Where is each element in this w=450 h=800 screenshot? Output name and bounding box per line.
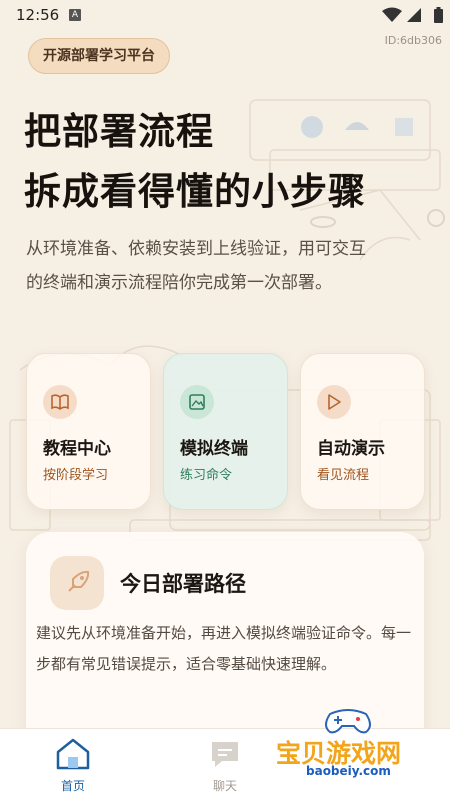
hero-title-line-1: 把部署流程 — [24, 110, 214, 153]
feature-card-title: 自动演示 — [317, 439, 385, 459]
notification-badge-icon: A — [69, 9, 81, 21]
feature-card-subtitle: 按阶段学习 — [43, 468, 109, 483]
signal-icon — [407, 8, 421, 22]
path-card-title: 今日部署路径 — [120, 572, 246, 596]
chat-icon — [212, 742, 238, 767]
hero-description: 从环境准备、依赖安装到上线验证，用可交互的终端和演示流程陪你完成第一次部署。 — [26, 239, 366, 293]
feature-card-subtitle: 练习命令 — [180, 468, 233, 483]
status-time: 12:56 — [16, 6, 60, 24]
rocket-icon — [50, 556, 104, 610]
platform-badge: 开源部署学习平台 — [28, 38, 170, 74]
id-text: ID:6db306 — [384, 34, 442, 47]
tab-home[interactable]: 首页 — [28, 729, 118, 800]
wifi-icon — [382, 7, 402, 22]
tab-label: 聊天 — [212, 779, 237, 793]
battery-icon — [434, 7, 443, 23]
watermark-url: baobeiy.com — [306, 764, 391, 778]
gamepad-icon — [325, 709, 371, 734]
feature-card-subtitle: 看见流程 — [317, 468, 370, 483]
image-icon — [180, 385, 214, 419]
tab-label: 首页 — [60, 779, 85, 793]
feature-card-demo[interactable]: 自动演示 看见流程 — [300, 353, 425, 510]
book-icon — [43, 385, 77, 419]
feature-card-title: 教程中心 — [43, 439, 111, 459]
feature-card-title: 模拟终端 — [180, 439, 248, 459]
tab-chat[interactable]: 聊天 — [180, 729, 270, 800]
feature-card-tutorials[interactable]: 教程中心 按阶段学习 — [26, 353, 151, 510]
home-icon — [56, 738, 90, 770]
feature-card-terminal[interactable]: 模拟终端 练习命令 — [163, 353, 288, 510]
path-card-description: 建议先从环境准备开始，再进入模拟终端验证命令。每一步都有常见错误提示，适合零基础… — [36, 624, 412, 673]
hero-title-line-2: 拆成看得懂的小步骤 — [24, 170, 366, 213]
status-bar: 12:56 A — [0, 0, 450, 30]
hero-title: 把部署流程 拆成看得懂的小步骤 — [24, 102, 434, 222]
watermark-logo: 宝贝游戏网 baobeiy.com — [272, 704, 422, 780]
play-icon — [317, 385, 351, 419]
